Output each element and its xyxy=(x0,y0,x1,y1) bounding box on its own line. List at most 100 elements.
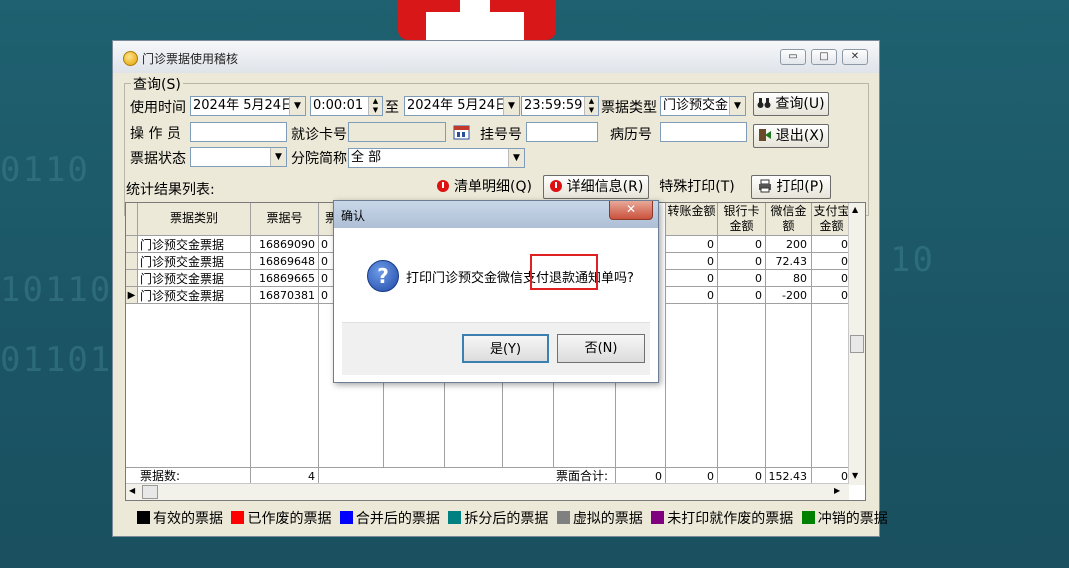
chevron-down-icon[interactable]: ▼ xyxy=(729,97,745,115)
cell-no: 16869648 xyxy=(251,253,319,270)
legend-item: 拆分后的票据 xyxy=(448,508,548,528)
operator-label: 操 作 员 xyxy=(130,126,181,142)
detail-info-label: 详细信息(R) xyxy=(566,179,644,195)
status-label: 票据状态 xyxy=(130,151,186,167)
operator-input[interactable] xyxy=(190,122,287,142)
stop-red-icon xyxy=(549,178,563,192)
reg-no-label: 挂号号 xyxy=(480,127,522,143)
cell-transfer: 0 xyxy=(666,253,718,270)
spin-arrows-icon[interactable]: ▲ ▼ xyxy=(584,97,598,115)
legend-label: 拆分后的票据 xyxy=(464,511,549,527)
cell-bank: 0 xyxy=(718,253,766,270)
vertical-scrollbar[interactable]: ▲ ▼ xyxy=(848,203,865,485)
legend-swatch xyxy=(556,511,570,524)
legend-swatch xyxy=(231,511,245,524)
horizontal-scrollbar[interactable]: ◀ ▶ xyxy=(126,483,849,500)
header-alipay-amount[interactable]: 支付宝金额 xyxy=(812,203,852,236)
scroll-left-icon[interactable]: ◀ xyxy=(129,486,135,495)
card-reader-icon[interactable] xyxy=(453,124,470,141)
chevron-down-icon[interactable]: ▼ xyxy=(503,97,519,115)
time-from-spinner[interactable]: 0:00:01 ▲ ▼ xyxy=(310,96,383,116)
header-transfer-amount[interactable]: 转账金额 xyxy=(666,203,718,236)
background-digits: 10110 xyxy=(0,270,113,310)
print-button[interactable]: 打印(P) xyxy=(751,175,831,199)
cell-type: 门诊预交金票据 xyxy=(138,287,251,304)
header-bank-amount[interactable]: 银行卡金额 xyxy=(718,203,766,236)
cell-alipay: 0 xyxy=(812,270,852,287)
confirm-dialog: 确认 ✕ ? 打印门诊预交金微信支付退款通知单吗? 是(Y) 否(N) xyxy=(333,200,659,383)
dialog-close-button[interactable]: ✕ xyxy=(609,201,653,220)
minimize-button[interactable]: ▭ xyxy=(780,49,806,65)
legend-swatch xyxy=(339,511,353,524)
chevron-down-icon[interactable]: ▼ xyxy=(270,148,286,166)
dialog-message: 打印门诊预交金微信支付退款通知单吗? xyxy=(406,271,634,286)
no-button[interactable]: 否(N) xyxy=(557,334,645,363)
cell-transfer: 0 xyxy=(666,236,718,253)
cell-type: 门诊预交金票据 xyxy=(138,236,251,253)
binoculars-icon xyxy=(757,95,771,109)
status-select[interactable]: ▼ xyxy=(190,147,287,167)
cell-type: 门诊预交金票据 xyxy=(138,270,251,287)
scroll-up-icon[interactable]: ▲ xyxy=(852,205,858,214)
legend-item: 虚拟的票据 xyxy=(556,508,643,528)
ticket-type-select[interactable]: 门诊预交金 ▼ xyxy=(660,96,746,116)
ticket-type-label: 票据类型 xyxy=(601,100,657,116)
record-no-input[interactable] xyxy=(660,122,747,142)
cell-bank: 0 xyxy=(718,287,766,304)
scroll-thumb[interactable] xyxy=(850,335,864,353)
highlight-box xyxy=(530,254,598,290)
legend-item: 冲销的票据 xyxy=(801,508,888,528)
chevron-down-icon[interactable]: ▼ xyxy=(508,149,524,167)
chevron-down-icon[interactable]: ▼ xyxy=(289,97,305,115)
header-ticket-category[interactable]: 票据类别 xyxy=(138,203,251,236)
spin-arrows-icon[interactable]: ▲ ▼ xyxy=(368,97,382,115)
date-from-picker[interactable]: 2024年 5月24日 ▼ xyxy=(190,96,306,116)
legend-label: 冲销的票据 xyxy=(817,511,888,527)
row-indicator-header xyxy=(126,203,138,236)
scroll-right-icon[interactable]: ▶ xyxy=(834,486,840,495)
reg-no-input[interactable] xyxy=(526,122,598,142)
exit-button-label: 退出(X) xyxy=(775,128,825,144)
detail-list-button[interactable]: 清单明细(Q) xyxy=(431,176,537,200)
special-print-button[interactable]: 特殊打印(T) xyxy=(655,176,739,200)
cell-wechat: -200 xyxy=(766,287,812,304)
query-group-label: 查询(S) xyxy=(131,74,183,94)
app-icon xyxy=(123,51,138,66)
time-to-spinner[interactable]: 23:59:59 ▲ ▼ xyxy=(521,96,599,116)
detail-info-button[interactable]: 详细信息(R) xyxy=(543,175,649,199)
title-bar: 门诊票据使用稽核 ▭ □ ✕ xyxy=(113,41,879,73)
legend-swatch xyxy=(801,511,815,524)
header-wechat-amount[interactable]: 微信金额 xyxy=(766,203,812,236)
branch-value: 全 部 xyxy=(351,150,382,165)
legend-item: 已作废的票据 xyxy=(231,508,331,528)
background-digits: 0110 xyxy=(0,150,90,190)
close-button[interactable]: ✕ xyxy=(842,49,868,65)
exit-button[interactable]: 退出(X) xyxy=(753,124,829,148)
card-no-label: 就诊卡号 xyxy=(291,127,347,143)
printer-icon xyxy=(758,178,772,193)
cell-bank: 0 xyxy=(718,270,766,287)
header-ticket-no[interactable]: 票据号 xyxy=(251,203,319,236)
maximize-button[interactable]: □ xyxy=(811,49,837,65)
cell-alipay: 0 xyxy=(812,287,852,304)
cell-no: 16869665 xyxy=(251,270,319,287)
dialog-title-bar: 确认 ✕ xyxy=(334,201,658,228)
legend-item: 有效的票据 xyxy=(137,508,223,528)
legend-label: 未打印就作废的票据 xyxy=(667,511,794,527)
date-to-picker[interactable]: 2024年 5月24日 ▼ xyxy=(404,96,520,116)
cell-no: 16869090 xyxy=(251,236,319,253)
scroll-down-icon[interactable]: ▼ xyxy=(852,471,858,480)
scroll-thumb[interactable] xyxy=(142,485,158,499)
branch-select[interactable]: 全 部 ▼ xyxy=(348,148,525,168)
legend-swatch xyxy=(137,511,150,524)
cell-no: 16870381 xyxy=(251,287,319,304)
question-icon: ? xyxy=(367,260,399,292)
legend-label: 有效的票据 xyxy=(153,511,223,527)
to-label: 至 xyxy=(385,100,399,116)
legend-swatch xyxy=(651,511,665,524)
card-no-input[interactable] xyxy=(348,122,446,142)
cell-wechat: 72.43 xyxy=(766,253,812,270)
yes-button[interactable]: 是(Y) xyxy=(462,334,549,363)
status-legend: 有效的票据 已作废的票据 合并后的票据 拆分后的票据 虚拟的票据 未打印就作废的… xyxy=(137,508,892,528)
query-button[interactable]: 查询(U) xyxy=(753,92,829,116)
